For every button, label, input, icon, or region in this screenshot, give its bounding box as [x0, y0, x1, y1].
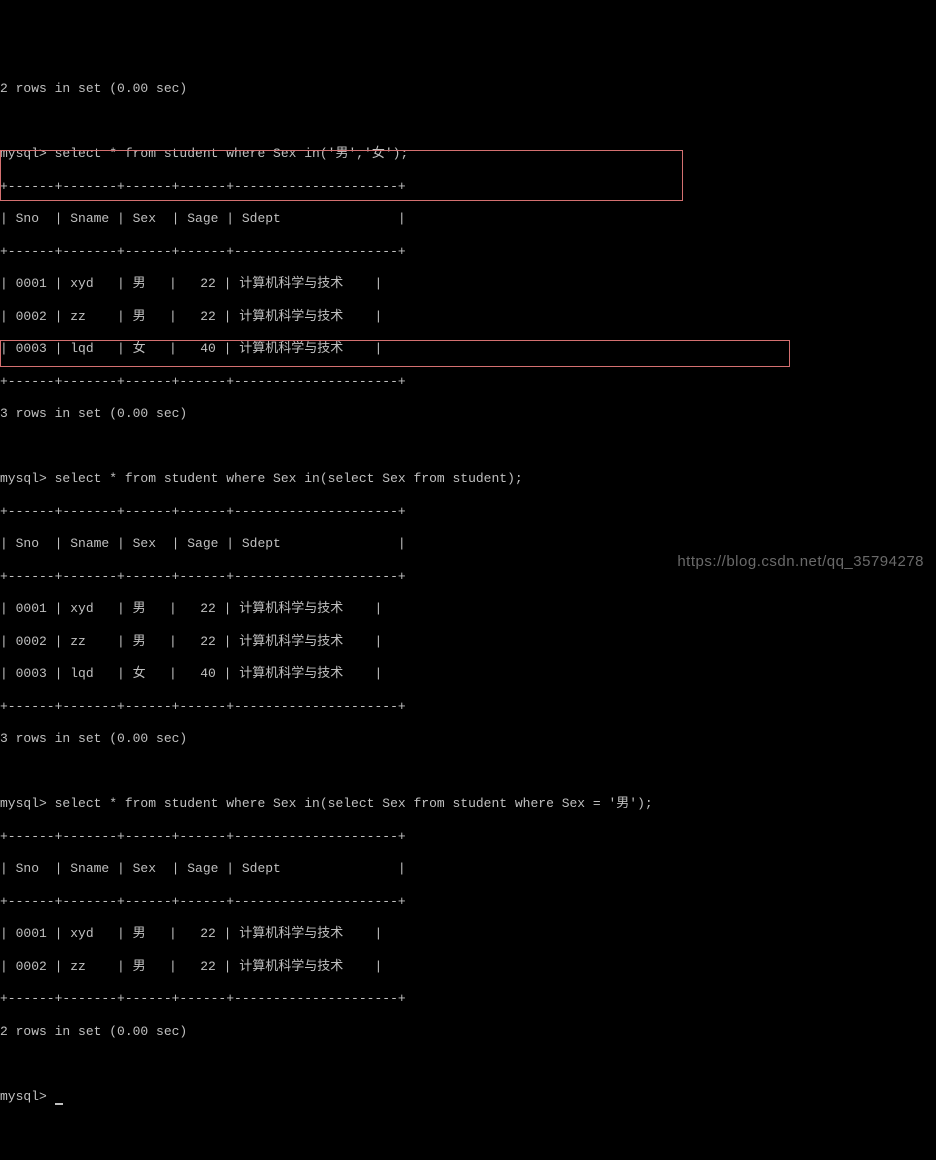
- blank-line: [0, 1056, 936, 1072]
- table-header: | Sno | Sname | Sex | Sage | Sdept |: [0, 211, 936, 227]
- table-border: +------+-------+------+------+----------…: [0, 179, 936, 195]
- terminal-output: 2 rows in set (0.00 sec) mysql> select *…: [0, 65, 936, 1121]
- sql-text: select * from student where Sex in(selec…: [55, 796, 653, 811]
- mysql-prompt: mysql>: [0, 796, 55, 811]
- table-row: | 0001 | xyd | 男 | 22 | 计算机科学与技术 |: [0, 601, 936, 617]
- mysql-prompt: mysql>: [0, 1089, 55, 1104]
- mysql-prompt: mysql>: [0, 471, 55, 486]
- sql-text: select * from student where Sex in('男','…: [55, 146, 409, 161]
- table-row: | 0002 | zz | 男 | 22 | 计算机科学与技术 |: [0, 634, 936, 650]
- table-row: | 0002 | zz | 男 | 22 | 计算机科学与技术 |: [0, 959, 936, 975]
- sql-query-line: mysql> select * from student where Sex i…: [0, 146, 936, 162]
- table-border: +------+-------+------+------+----------…: [0, 374, 936, 390]
- table-row: | 0003 | lqd | 女 | 40 | 计算机科学与技术 |: [0, 341, 936, 357]
- result-summary: 2 rows in set (0.00 sec): [0, 81, 936, 97]
- sql-query-line: mysql> select * from student where Sex i…: [0, 796, 936, 812]
- table-header: | Sno | Sname | Sex | Sage | Sdept |: [0, 536, 936, 552]
- table-border: +------+-------+------+------+----------…: [0, 244, 936, 260]
- result-summary: 3 rows in set (0.00 sec): [0, 731, 936, 747]
- blank-line: [0, 764, 936, 780]
- blank-line: [0, 439, 936, 455]
- result-summary: 2 rows in set (0.00 sec): [0, 1024, 936, 1040]
- table-header: | Sno | Sname | Sex | Sage | Sdept |: [0, 861, 936, 877]
- table-border: +------+-------+------+------+----------…: [0, 504, 936, 520]
- table-row: | 0001 | xyd | 男 | 22 | 计算机科学与技术 |: [0, 276, 936, 292]
- sql-text: select * from student where Sex in(selec…: [55, 471, 523, 486]
- table-row: | 0002 | zz | 男 | 22 | 计算机科学与技术 |: [0, 309, 936, 325]
- watermark-text: https://blog.csdn.net/qq_35794278: [677, 553, 924, 572]
- table-border: +------+-------+------+------+----------…: [0, 699, 936, 715]
- cursor-icon: [55, 1103, 63, 1105]
- table-row: | 0003 | lqd | 女 | 40 | 计算机科学与技术 |: [0, 666, 936, 682]
- blank-line: [0, 114, 936, 130]
- table-row: | 0001 | xyd | 男 | 22 | 计算机科学与技术 |: [0, 926, 936, 942]
- table-border: +------+-------+------+------+----------…: [0, 894, 936, 910]
- table-border: +------+-------+------+------+----------…: [0, 829, 936, 845]
- mysql-prompt: mysql>: [0, 146, 55, 161]
- result-summary: 3 rows in set (0.00 sec): [0, 406, 936, 422]
- table-border: +------+-------+------+------+----------…: [0, 991, 936, 1007]
- mysql-prompt-line[interactable]: mysql>: [0, 1089, 936, 1105]
- sql-query-line: mysql> select * from student where Sex i…: [0, 471, 936, 487]
